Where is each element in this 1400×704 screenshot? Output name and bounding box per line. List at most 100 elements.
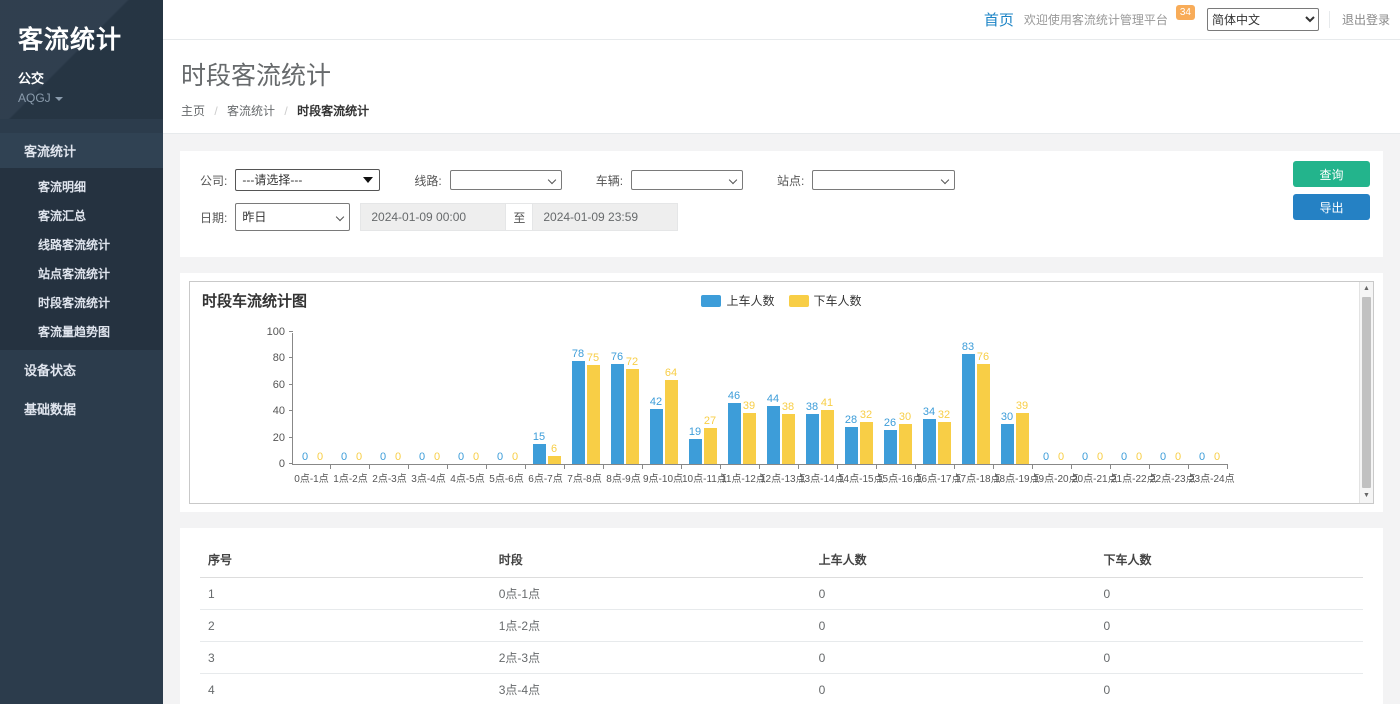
page-title: 时段客流统计 bbox=[181, 56, 1400, 92]
table-cell: 0 bbox=[1095, 642, 1363, 674]
logout-link[interactable]: 退出登录 bbox=[1329, 11, 1390, 28]
table-cell: 4 bbox=[200, 674, 491, 704]
bar-wrap: 0 bbox=[1040, 451, 1053, 464]
bar-value-label: 0 bbox=[395, 451, 401, 463]
sidebar-item-0-1[interactable]: 客流汇总 bbox=[0, 201, 163, 230]
bar-wrap: 44 bbox=[767, 393, 780, 464]
bar[interactable] bbox=[1001, 424, 1014, 464]
bar[interactable] bbox=[743, 413, 756, 464]
bar-wrap: 0 bbox=[377, 451, 390, 464]
sidebar-item-0-4[interactable]: 时段客流统计 bbox=[0, 288, 163, 317]
bar-wrap: 75 bbox=[587, 352, 600, 464]
vehicle-select[interactable] bbox=[631, 170, 743, 190]
bar[interactable] bbox=[704, 428, 717, 464]
y-axis-tick: 0 bbox=[279, 458, 293, 470]
bar-value-label: 46 bbox=[728, 390, 740, 402]
bar[interactable] bbox=[689, 439, 702, 464]
breadcrumb-home[interactable]: 主页 bbox=[181, 104, 205, 118]
bar[interactable] bbox=[860, 422, 873, 464]
bar[interactable] bbox=[611, 364, 624, 464]
bar[interactable] bbox=[572, 361, 585, 464]
hourly-flow-table: 序号时段上车人数下车人数 10点-1点0021点-2点0032点-3点0043点… bbox=[200, 542, 1363, 704]
date-from-input[interactable] bbox=[360, 203, 506, 231]
company-label: 公司: bbox=[200, 172, 227, 189]
org-code-dropdown[interactable]: AQGJ bbox=[18, 91, 163, 105]
sidebar-section-2[interactable]: 基础数据 bbox=[0, 389, 163, 428]
bar-wrap: 46 bbox=[728, 390, 741, 464]
bar-value-label: 15 bbox=[533, 431, 545, 443]
bar[interactable] bbox=[728, 403, 741, 464]
bar-value-label: 0 bbox=[1121, 451, 1127, 463]
bar-value-label: 26 bbox=[884, 417, 896, 429]
table-cell: 0 bbox=[811, 610, 1096, 642]
bar-wrap: 6 bbox=[548, 443, 561, 464]
bar-wrap: 39 bbox=[743, 400, 756, 464]
bar-wrap: 26 bbox=[884, 417, 897, 464]
sidebar-item-0-0[interactable]: 客流明细 bbox=[0, 172, 163, 201]
bar[interactable] bbox=[533, 444, 546, 464]
bar-group: 4639 bbox=[722, 332, 761, 464]
x-axis-label: 12点-13点 bbox=[760, 465, 799, 485]
bar-wrap: 0 bbox=[1211, 451, 1224, 464]
notification-badge: 34 bbox=[1176, 5, 1195, 20]
bar-value-label: 0 bbox=[512, 451, 518, 463]
bar[interactable] bbox=[782, 414, 795, 464]
bar-value-label: 0 bbox=[497, 451, 503, 463]
bar-value-label: 34 bbox=[923, 406, 935, 418]
bar[interactable] bbox=[806, 414, 819, 464]
bar-wrap: 76 bbox=[611, 351, 624, 464]
bar-value-label: 0 bbox=[1136, 451, 1142, 463]
bar[interactable] bbox=[977, 364, 990, 464]
bar-group: 3841 bbox=[800, 332, 839, 464]
export-button[interactable]: 导出 bbox=[1293, 194, 1370, 220]
date-to-input[interactable] bbox=[532, 203, 678, 231]
line-select[interactable] bbox=[450, 170, 562, 190]
bar[interactable] bbox=[1016, 413, 1029, 464]
sidebar-item-0-5[interactable]: 客流量趋势图 bbox=[0, 317, 163, 346]
bar[interactable] bbox=[548, 456, 561, 464]
bar[interactable] bbox=[923, 419, 936, 464]
breadcrumb: 主页 / 客流统计 / 时段客流统计 bbox=[181, 102, 1400, 119]
date-preset-select[interactable]: 昨日 bbox=[235, 203, 350, 231]
chart-scrollbar[interactable]: ▲ ▼ bbox=[1359, 282, 1373, 503]
bar-group: 3039 bbox=[995, 332, 1034, 464]
bar[interactable] bbox=[587, 365, 600, 464]
bar[interactable] bbox=[845, 427, 858, 464]
x-axis-label: 3点-4点 bbox=[409, 465, 448, 485]
bar[interactable] bbox=[962, 354, 975, 464]
x-axis-label: 22点-23点 bbox=[1150, 465, 1189, 485]
breadcrumb-parent[interactable]: 客流统计 bbox=[227, 104, 275, 118]
bar-wrap: 76 bbox=[977, 351, 990, 464]
bar[interactable] bbox=[821, 410, 834, 464]
bar[interactable] bbox=[938, 422, 951, 464]
table-cell: 0 bbox=[811, 642, 1096, 674]
bar-value-label: 30 bbox=[899, 411, 911, 423]
bar[interactable] bbox=[626, 369, 639, 464]
x-axis-label: 18点-19点 bbox=[994, 465, 1033, 485]
bar-value-label: 0 bbox=[1082, 451, 1088, 463]
sidebar-section-1[interactable]: 设备状态 bbox=[0, 350, 163, 389]
bar-value-label: 0 bbox=[434, 451, 440, 463]
bar[interactable] bbox=[884, 430, 897, 464]
company-select[interactable]: ---请选择--- bbox=[235, 169, 380, 191]
welcome-text: 欢迎使用客流统计管理平台 bbox=[1024, 11, 1168, 28]
language-select[interactable]: 简体中文 bbox=[1207, 8, 1319, 31]
bar-group: 00 bbox=[488, 332, 527, 464]
bar[interactable] bbox=[665, 380, 678, 464]
sidebar-section-0[interactable]: 客流统计 bbox=[0, 133, 163, 168]
y-axis-tick: 60 bbox=[273, 379, 293, 391]
sidebar-item-0-3[interactable]: 站点客流统计 bbox=[0, 259, 163, 288]
query-button[interactable]: 查询 bbox=[1293, 161, 1370, 187]
bar[interactable] bbox=[899, 424, 912, 464]
scroll-down-icon[interactable]: ▼ bbox=[1363, 489, 1370, 503]
scrollbar-thumb[interactable] bbox=[1362, 297, 1371, 488]
home-link[interactable]: 首页 bbox=[984, 9, 1014, 30]
bar[interactable] bbox=[650, 409, 663, 464]
station-select[interactable] bbox=[812, 170, 955, 190]
bar[interactable] bbox=[767, 406, 780, 464]
bar-wrap: 0 bbox=[431, 451, 444, 464]
table-row: 43点-4点00 bbox=[200, 674, 1363, 704]
sidebar-item-0-2[interactable]: 线路客流统计 bbox=[0, 230, 163, 259]
table-cell: 2 bbox=[200, 610, 491, 642]
scroll-up-icon[interactable]: ▲ bbox=[1363, 282, 1370, 296]
